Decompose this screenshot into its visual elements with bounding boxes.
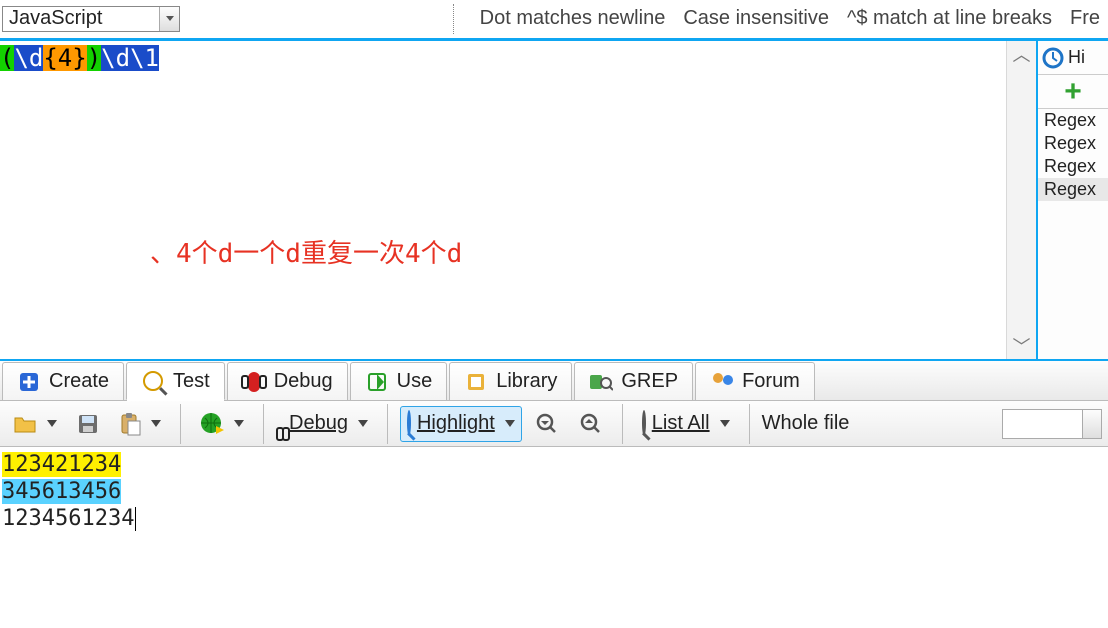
tab-test[interactable]: Test <box>126 362 225 400</box>
option-free-spacing[interactable]: Fre <box>1070 7 1100 30</box>
scope-dropdown[interactable] <box>1002 409 1102 439</box>
history-panel: Hi + Regex Regex Regex Regex <box>1036 41 1108 359</box>
clipboard-icon <box>119 412 141 436</box>
separator-icon <box>453 4 454 34</box>
regex-group-quant: {4} <box>43 45 86 71</box>
library-icon <box>464 370 488 394</box>
scroll-down-icon[interactable]: ﹀ <box>1007 333 1036 359</box>
text-caret <box>135 507 136 531</box>
tab-label: Create <box>49 370 109 393</box>
regex-editor[interactable]: ( \d {4} ) \d \1 、4个d一个d重复一次4个d <box>0 41 1006 359</box>
regex-group-token: \d <box>14 45 43 71</box>
debug-label: Debug <box>289 412 348 435</box>
tab-grep[interactable]: GREP <box>574 362 693 400</box>
use-icon <box>365 370 389 394</box>
test-line-1: 123421234 <box>2 451 1106 478</box>
regex-options-bar: JavaScript Dot matches newline Case inse… <box>0 0 1108 38</box>
zoom-in-icon <box>579 412 603 436</box>
test-data-area[interactable]: 123421234 345613456 1234561234 <box>0 447 1108 536</box>
create-icon <box>17 370 41 394</box>
run-button[interactable] <box>193 406 251 442</box>
tab-forum[interactable]: Forum <box>695 362 815 400</box>
tab-label: Use <box>397 370 433 393</box>
list-all-button[interactable]: List All <box>635 406 737 442</box>
history-item[interactable]: Regex <box>1038 178 1108 201</box>
test-toolbar: Debug Highlight List All Whole file <box>0 401 1108 447</box>
regex-editor-scrollbar[interactable]: ︿ ﹀ <box>1006 41 1036 359</box>
regex-tail-token: \d <box>101 45 130 71</box>
option-anchors-line-breaks[interactable]: ^$ match at line breaks <box>847 7 1052 30</box>
tab-label: Debug <box>274 370 333 393</box>
separator-icon <box>263 404 264 444</box>
separator-icon <box>180 404 181 444</box>
highlight-button[interactable]: Highlight <box>400 406 522 442</box>
save-file-button[interactable] <box>70 406 106 442</box>
match-highlight: 345613456 <box>2 479 121 504</box>
scope-label: Whole file <box>762 412 850 435</box>
search-icon <box>141 369 165 393</box>
folder-icon <box>13 413 37 435</box>
search-icon <box>407 412 411 435</box>
tab-label: Forum <box>742 370 800 393</box>
regex-group-open: ( <box>0 45 14 71</box>
highlight-label: Highlight <box>417 412 495 435</box>
tab-create[interactable]: Create <box>2 362 124 400</box>
flavor-dropdown[interactable]: JavaScript <box>2 6 180 32</box>
tab-label: GREP <box>621 370 678 393</box>
find-next-button[interactable] <box>572 406 610 442</box>
grep-icon <box>589 370 613 394</box>
chevron-down-icon <box>159 7 179 31</box>
separator-icon <box>387 404 388 444</box>
paste-button[interactable] <box>112 406 168 442</box>
separator-icon <box>622 404 623 444</box>
bottom-tabstrip: Create Test Debug Use Library GREP Forum <box>0 361 1108 401</box>
regex-backref: \1 <box>130 45 159 71</box>
tab-label: Library <box>496 370 557 393</box>
test-line-2: 345613456 <box>2 478 1106 505</box>
regex-option-toggles: Dot matches newline Case insensitive ^$ … <box>453 4 1106 34</box>
scroll-up-icon[interactable]: ︿ <box>1007 41 1036 67</box>
tab-library[interactable]: Library <box>449 362 572 400</box>
history-icon <box>1042 47 1064 69</box>
option-dot-matches-newline[interactable]: Dot matches newline <box>480 7 666 30</box>
plus-icon: + <box>1064 75 1082 109</box>
history-item[interactable]: Regex <box>1038 109 1108 132</box>
globe-run-icon <box>200 412 224 436</box>
tab-use[interactable]: Use <box>350 362 448 400</box>
history-panel-header: Hi <box>1038 41 1108 75</box>
search-icon <box>642 412 646 435</box>
regex-expression: ( \d {4} ) \d \1 <box>0 45 159 71</box>
main-split: ( \d {4} ) \d \1 、4个d一个d重复一次4个d ︿ ﹀ Hi +… <box>0 41 1108 359</box>
history-list: Regex Regex Regex Regex <box>1038 109 1108 359</box>
history-add-button[interactable]: + <box>1038 75 1108 109</box>
find-previous-button[interactable] <box>528 406 566 442</box>
history-item[interactable]: Regex <box>1038 132 1108 155</box>
zoom-out-icon <box>535 412 559 436</box>
list-all-label: List All <box>652 412 710 435</box>
flavor-selected: JavaScript <box>9 7 102 30</box>
option-case-insensitive[interactable]: Case insensitive <box>683 7 829 30</box>
editor-annotation: 、4个d一个d重复一次4个d <box>150 233 462 270</box>
test-line-3: 1234561234 <box>2 505 1106 532</box>
bug-icon <box>242 370 266 394</box>
tab-label: Test <box>173 370 210 393</box>
match-highlight: 123421234 <box>2 452 121 477</box>
history-panel-title: Hi <box>1068 47 1085 68</box>
debug-button[interactable]: Debug <box>276 406 375 442</box>
open-file-button[interactable] <box>6 406 64 442</box>
history-item[interactable]: Regex <box>1038 155 1108 178</box>
separator-icon <box>749 404 750 444</box>
tab-debug[interactable]: Debug <box>227 362 348 400</box>
floppy-disk-icon <box>77 413 99 435</box>
forum-icon <box>710 370 734 394</box>
regex-group-close: ) <box>87 45 101 71</box>
